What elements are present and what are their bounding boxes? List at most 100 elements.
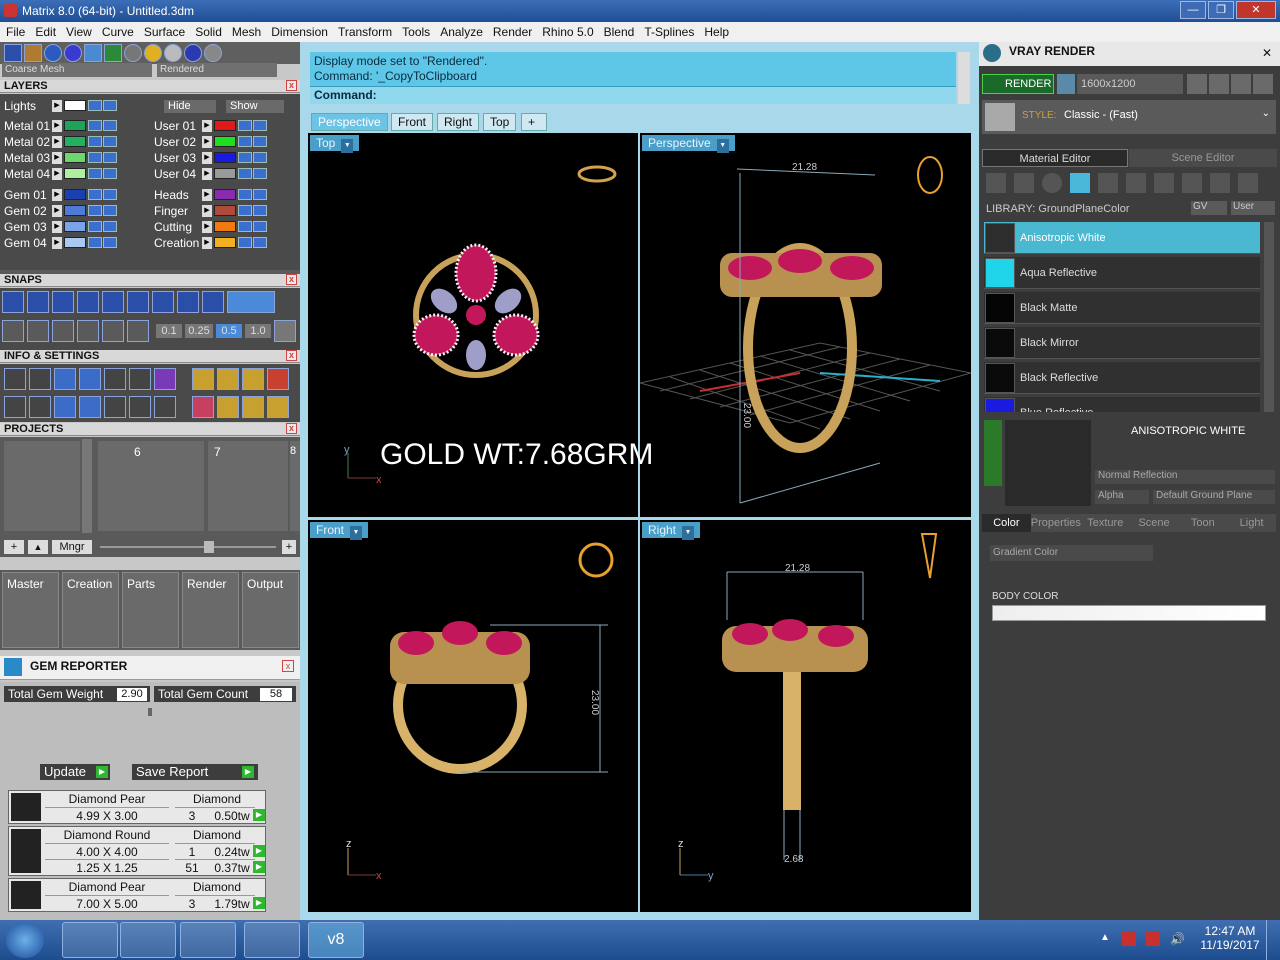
workflow-tab[interactable]: Creation	[62, 572, 119, 648]
volume-icon[interactable]: 🔊	[1170, 932, 1185, 946]
cube-purple-icon[interactable]	[154, 368, 176, 390]
layer-lock-icon[interactable]	[238, 152, 252, 163]
snap-ortho-icon[interactable]	[227, 291, 275, 313]
layer-visibility-icon[interactable]	[253, 168, 267, 179]
checker-icon[interactable]	[1126, 173, 1146, 193]
play-icon[interactable]: ▶	[253, 861, 265, 873]
tray-expand-icon[interactable]: ▲	[1100, 932, 1110, 943]
ball-silver-icon[interactable]	[164, 44, 182, 62]
layer-lock-icon[interactable]	[88, 120, 102, 131]
grid-settings-icon[interactable]	[274, 320, 296, 342]
close-icon[interactable]: x	[286, 423, 297, 434]
chevron-down-icon[interactable]: ⌄	[1262, 108, 1270, 119]
resolution-select[interactable]: 1600x1200	[1077, 74, 1183, 94]
layer-row[interactable]: Metal 03 ▶	[0, 150, 118, 165]
tab-add[interactable]: +	[521, 113, 547, 131]
property-tab[interactable]: Light	[1227, 514, 1276, 532]
property-tab[interactable]: Toon	[1178, 514, 1227, 532]
arrow-icon[interactable]	[127, 320, 149, 342]
ground-select[interactable]: Default Ground Plane	[1153, 490, 1275, 504]
property-tab[interactable]: Properties	[1031, 514, 1081, 532]
layer-visibility-icon[interactable]	[103, 100, 117, 111]
frame-icon[interactable]	[217, 368, 239, 390]
grid-view-icon[interactable]	[1253, 74, 1273, 94]
layer-color[interactable]	[64, 237, 86, 248]
menu-render[interactable]: Render	[493, 25, 532, 39]
monitor-icon[interactable]	[29, 396, 51, 418]
project-scrollbar[interactable]	[82, 439, 92, 533]
workflow-tab[interactable]: Parts	[122, 572, 179, 648]
style-row[interactable]: STYLE: Classic - (Fast) ⌄	[982, 100, 1276, 134]
grid-pattern-icon[interactable]	[77, 320, 99, 342]
arrow-right-icon[interactable]: ▶	[52, 236, 62, 249]
mesh-icon[interactable]	[104, 44, 122, 62]
user-toggle[interactable]: User	[1231, 201, 1275, 215]
save-report-button[interactable]: Save Report	[132, 764, 258, 780]
layer-color[interactable]	[214, 221, 236, 232]
layer-row[interactable]: User 04 ▶	[150, 166, 268, 181]
select-icon[interactable]	[129, 396, 151, 418]
close-icon[interactable]: x	[282, 660, 294, 672]
arrow-right-icon[interactable]: ▶	[202, 188, 212, 201]
layer-lock-icon[interactable]	[88, 205, 102, 216]
layer-lock-icon[interactable]	[238, 237, 252, 248]
layer-row[interactable]: Finger ▶	[150, 203, 268, 218]
matrix-taskbar-button[interactable]: v8	[308, 922, 364, 958]
layer-row[interactable]: Gem 03 ▶	[0, 219, 118, 234]
layer-visibility-icon[interactable]	[103, 237, 117, 248]
box-icon[interactable]	[27, 320, 49, 342]
snap-tan-icon[interactable]	[177, 291, 199, 313]
sphere-shaded-icon[interactable]	[64, 44, 82, 62]
layer-lights[interactable]: Lights ▶	[0, 98, 118, 113]
texture-icon[interactable]	[1154, 173, 1174, 193]
layer-color[interactable]	[214, 205, 236, 216]
layer-lock-icon[interactable]	[238, 168, 252, 179]
ball-dark-icon[interactable]	[204, 44, 222, 62]
layer-visibility-icon[interactable]	[103, 136, 117, 147]
zoom-icon[interactable]	[29, 368, 51, 390]
zoom-in-icon[interactable]: +	[282, 540, 296, 554]
menu-dimension[interactable]: Dimension	[271, 25, 328, 39]
tab-perspective[interactable]: Perspective	[311, 113, 388, 131]
snap-cen-icon[interactable]	[102, 291, 124, 313]
close-icon[interactable]: x	[286, 350, 297, 361]
snap-point-icon[interactable]	[52, 291, 74, 313]
layer-color[interactable]	[64, 189, 86, 200]
layer-row[interactable]: Metal 04 ▶	[0, 166, 118, 181]
layer-lock-icon[interactable]	[238, 120, 252, 131]
layer-color[interactable]	[214, 120, 236, 131]
start-button[interactable]	[6, 922, 44, 958]
tab-front[interactable]: Front	[391, 113, 434, 131]
wizard-icon[interactable]	[192, 368, 214, 390]
menu-rhino[interactable]: Rhino 5.0	[542, 25, 593, 39]
tab-right[interactable]: Right	[437, 113, 480, 131]
arrow-right-icon[interactable]: ▶	[52, 204, 62, 217]
material-scrollbar[interactable]	[1264, 222, 1274, 412]
diamond-icon[interactable]	[102, 320, 124, 342]
viewport-right[interactable]: Right ▼ 21.28 2.68 z y	[640, 520, 971, 912]
layer-row[interactable]: Gem 04 ▶	[0, 235, 118, 250]
camera-icon[interactable]	[1057, 74, 1075, 94]
layer-visibility-icon[interactable]	[103, 152, 117, 163]
layer-color[interactable]	[214, 152, 236, 163]
sphere-icon[interactable]	[1042, 173, 1062, 193]
snap-end-icon[interactable]	[2, 291, 24, 313]
material-item[interactable]: Anisotropic White	[984, 222, 1260, 254]
house-icon[interactable]	[24, 44, 42, 62]
workflow-tab[interactable]: Render	[182, 572, 239, 648]
arrow-right-icon[interactable]: ▶	[52, 119, 62, 132]
layer-lock-icon[interactable]	[238, 205, 252, 216]
layer-lock-icon[interactable]	[88, 168, 102, 179]
gv-toggle[interactable]: GV	[1191, 201, 1227, 215]
layer-row[interactable]: Metal 02 ▶	[0, 134, 118, 149]
command-scrollbar[interactable]	[958, 52, 970, 104]
arrow-right-icon[interactable]: ▶	[202, 220, 212, 233]
menu-help[interactable]: Help	[704, 25, 729, 39]
menu-blend[interactable]: Blend	[604, 25, 635, 39]
menu-analyze[interactable]: Analyze	[440, 25, 483, 39]
layer-visibility-icon[interactable]	[103, 205, 117, 216]
cylinder-icon[interactable]	[79, 396, 101, 418]
grid-icon[interactable]	[4, 44, 22, 62]
show-desktop-button[interactable]	[1266, 920, 1280, 960]
viewport-perspective[interactable]: Perspective ▼ 21.28 23.00	[640, 133, 971, 517]
